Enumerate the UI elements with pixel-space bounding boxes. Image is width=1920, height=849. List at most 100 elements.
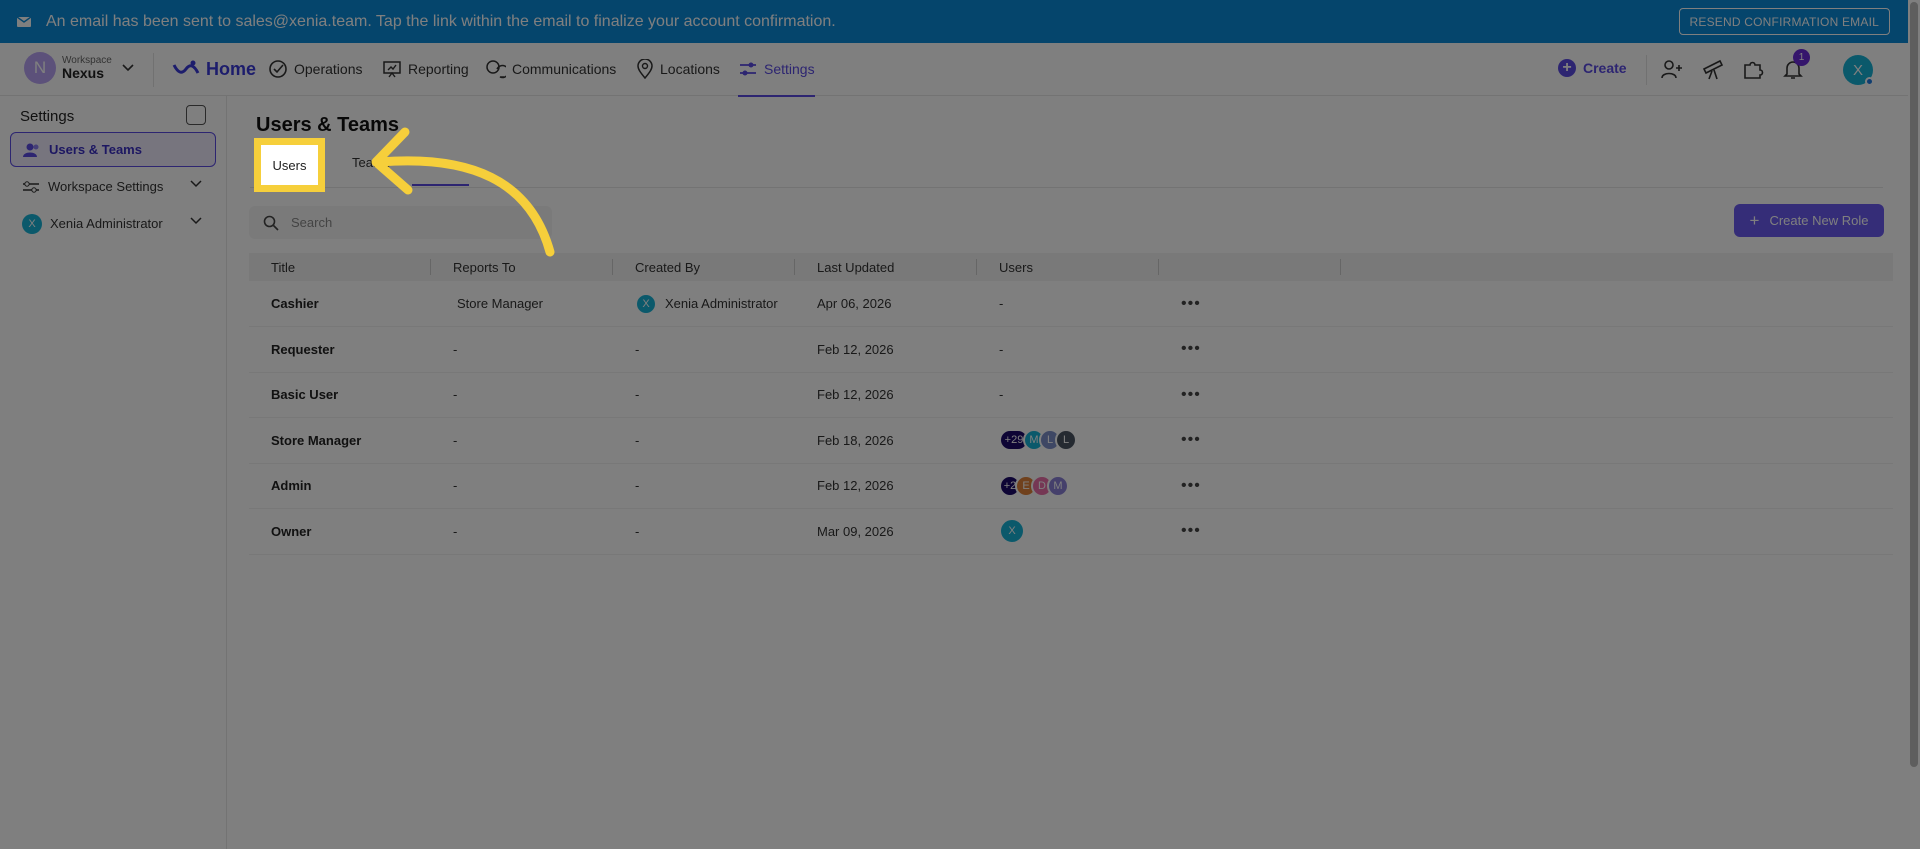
user-avatar-stack[interactable]: +2 E D M [999, 474, 1159, 497]
nav-communications[interactable]: Communications [485, 57, 616, 81]
sidebar-item-xenia-administrator[interactable]: X Xenia Administrator [10, 206, 216, 241]
more-actions-icon[interactable]: ••• [1181, 295, 1201, 312]
nav-locations-label: Locations [660, 61, 720, 77]
nav-locations[interactable]: Locations [636, 57, 720, 81]
reports-to: - [431, 463, 613, 509]
chevron-down-icon [190, 217, 202, 225]
more-actions-icon[interactable]: ••• [1181, 431, 1201, 448]
notification-badge: 1 [1793, 49, 1810, 66]
last-updated: Feb 12, 2026 [795, 326, 977, 373]
avatar: L [1055, 429, 1077, 452]
reports-to: - [431, 417, 613, 464]
created-by: - [613, 463, 795, 509]
workspace-switcher[interactable]: N Workspace Nexus [24, 52, 134, 84]
confirmation-banner: An email has been sent to sales@xenia.te… [0, 0, 1920, 43]
nav-communications-label: Communications [512, 61, 617, 77]
tab-users[interactable]: Users [254, 138, 325, 192]
last-updated: Feb 18, 2026 [795, 417, 977, 464]
sidebar-item-users-teams[interactable]: Users & Teams [10, 132, 216, 167]
banner-message: An email has been sent to sales@xenia.te… [46, 12, 836, 30]
reports-to: - [431, 508, 613, 555]
users-icon [23, 143, 39, 157]
created-by: Xenia Administrator [665, 296, 778, 311]
telescope-icon[interactable] [1701, 57, 1725, 81]
column-header-created-by[interactable]: Created By [613, 253, 795, 281]
sidebar-item-workspace-settings[interactable]: Workspace Settings [10, 169, 216, 204]
create-new-role-label: Create New Role [1769, 213, 1869, 228]
role-title: Cashier [249, 281, 431, 327]
column-header-actions [1159, 253, 1341, 281]
more-actions-icon[interactable]: ••• [1181, 522, 1201, 539]
created-by: - [613, 372, 795, 418]
table-row[interactable]: Owner - - Mar 09, 2026 X ••• [249, 508, 1893, 555]
created-by: - [613, 508, 795, 555]
table-row[interactable]: Requester - - Feb 12, 2026 - ••• [249, 326, 1893, 373]
avatar: X [635, 292, 657, 315]
puzzle-icon[interactable] [1741, 57, 1765, 81]
nav-reporting[interactable]: Reporting [382, 57, 469, 81]
sliders-icon [23, 180, 39, 193]
sidebar-item-label: Xenia Administrator [50, 216, 163, 231]
role-title: Store Manager [249, 417, 431, 464]
users-cell: - [977, 281, 1159, 327]
nav-reporting-label: Reporting [408, 61, 469, 77]
plus-circle-icon: + [1558, 59, 1576, 77]
table-row[interactable]: Basic User - - Feb 12, 2026 - ••• [249, 372, 1893, 418]
role-title: Basic User [249, 372, 431, 418]
add-user-icon[interactable] [1660, 57, 1684, 81]
collapse-sidebar-icon[interactable] [186, 105, 206, 125]
tutorial-arrow-icon [371, 127, 555, 257]
user-avatar-initial: X [1852, 61, 1863, 79]
nav-settings[interactable]: Settings [738, 57, 815, 97]
scrollbar-thumb[interactable] [1910, 2, 1918, 767]
user-avatar[interactable]: X [1843, 55, 1874, 86]
role-title: Admin [249, 463, 431, 509]
last-updated: Feb 12, 2026 [795, 372, 977, 418]
column-header-users[interactable]: Users [977, 253, 1159, 281]
avatar: M [1047, 474, 1069, 497]
sliders-icon [740, 62, 756, 76]
more-actions-icon[interactable]: ••• [1181, 477, 1201, 494]
users-cell: - [977, 326, 1159, 373]
workspace-avatar: N [24, 52, 56, 84]
reports-to: Store Manager [431, 281, 613, 327]
xenia-logo-icon [172, 60, 200, 74]
create-new-role-button[interactable]: + Create New Role [1734, 204, 1884, 237]
last-updated: Mar 09, 2026 [795, 508, 977, 555]
resend-confirmation-button[interactable]: RESEND CONFIRMATION EMAIL [1678, 8, 1890, 35]
nav-home[interactable]: Home [172, 57, 256, 81]
map-pin-icon [637, 59, 653, 79]
page-scrollbar[interactable] [1908, 0, 1920, 849]
nav-operations-label: Operations [294, 61, 363, 77]
roles-table: Title Reports To Created By Last Updated… [249, 253, 1893, 555]
role-title: Owner [249, 508, 431, 555]
avatar: X [999, 518, 1025, 545]
presentation-chart-icon [383, 61, 401, 78]
chevron-down-icon [122, 64, 134, 72]
nav-operations[interactable]: Operations [268, 57, 362, 81]
more-actions-icon[interactable]: ••• [1181, 340, 1201, 357]
table-row[interactable]: Admin - - Feb 12, 2026 +2 E D M ••• [249, 463, 1893, 509]
users-cell: - [977, 372, 1159, 418]
more-actions-icon[interactable]: ••• [1181, 386, 1201, 403]
sidebar-item-label: Users & Teams [49, 142, 142, 157]
sidebar-title: Settings [20, 108, 75, 125]
user-avatar-stack[interactable]: +29 M L L [999, 429, 1159, 452]
settings-sidebar: Settings Users & Teams Workspace Setting… [0, 96, 227, 849]
table-row[interactable]: Store Manager - - Feb 18, 2026 +29 M L L… [249, 417, 1893, 464]
check-circle-icon [269, 60, 287, 78]
nav-home-label: Home [206, 58, 257, 79]
column-header-last-updated[interactable]: Last Updated [795, 253, 977, 281]
search-icon [263, 215, 279, 231]
mail-icon [17, 16, 31, 27]
avatar: X [22, 213, 42, 234]
column-header-spacer [1341, 253, 1893, 281]
last-updated: Feb 12, 2026 [795, 463, 977, 509]
last-updated: Apr 06, 2026 [795, 281, 977, 327]
user-avatar-stack[interactable]: X [999, 518, 1159, 545]
sidebar-item-label: Workspace Settings [48, 179, 164, 194]
role-title: Requester [249, 326, 431, 373]
table-row[interactable]: Cashier Store Manager X Xenia Administrat… [249, 281, 1893, 327]
created-by: - [613, 417, 795, 464]
create-button[interactable]: + Create [1558, 59, 1627, 77]
